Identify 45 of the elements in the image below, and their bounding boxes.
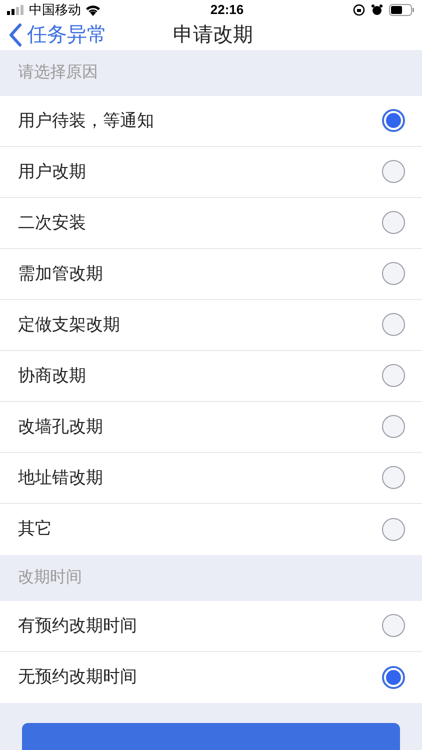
- option-row[interactable]: 定做支架改期: [0, 300, 422, 350]
- section-header: 改期时间: [18, 568, 82, 588]
- radio-button[interactable]: [382, 109, 405, 132]
- rotation-lock-icon: [353, 4, 365, 16]
- carrier-name: 中国移动: [29, 1, 81, 19]
- option-label: 协商改期: [18, 364, 86, 387]
- radio-button[interactable]: [382, 415, 405, 438]
- status-time: 22:16: [210, 1, 244, 19]
- radio-button[interactable]: [382, 364, 405, 387]
- option-row[interactable]: 协商改期: [0, 350, 422, 402]
- option-label: 用户待装，等通知: [18, 110, 154, 132]
- radio-button[interactable]: [382, 211, 405, 234]
- battery-icon: [389, 4, 415, 16]
- option-row[interactable]: 改墙孔改期: [0, 402, 422, 452]
- option-label: 其它: [18, 518, 52, 540]
- option-label: 地址错改期: [18, 466, 103, 489]
- option-row[interactable]: 用户待装，等通知: [0, 96, 422, 146]
- option-label: 定做支架改期: [18, 314, 120, 336]
- radio-button[interactable]: [382, 518, 405, 540]
- signal-icon: [7, 4, 25, 15]
- radio-button[interactable]: [382, 466, 405, 489]
- option-label: 二次安装: [18, 212, 86, 234]
- radio-button[interactable]: [382, 614, 405, 637]
- option-row[interactable]: 其它: [0, 504, 422, 554]
- option-row[interactable]: 地址错改期: [0, 452, 422, 504]
- back-button[interactable]: 任务异常: [0, 20, 107, 50]
- radio-button[interactable]: [382, 160, 405, 183]
- page-title: 申请改期: [173, 22, 253, 48]
- back-chevron-icon: [9, 22, 23, 46]
- radio-button[interactable]: [382, 313, 405, 336]
- option-label: 需加管改期: [18, 262, 103, 285]
- option-row[interactable]: 用户改期: [0, 146, 422, 198]
- radio-button[interactable]: [382, 262, 405, 285]
- option-row[interactable]: 二次安装: [0, 198, 422, 248]
- option-label: 用户改期: [18, 160, 86, 183]
- option-row[interactable]: 需加管改期: [0, 248, 422, 300]
- alarm-icon: [371, 4, 383, 16]
- option-label: 有预约改期时间: [18, 614, 137, 637]
- option-row[interactable]: 无预约改期时间: [0, 652, 422, 702]
- option-label: 无预约改期时间: [18, 666, 137, 688]
- radio-button[interactable]: [382, 666, 405, 688]
- option-label: 改墙孔改期: [18, 416, 103, 438]
- section-header: 请选择原因: [18, 62, 98, 82]
- wifi-icon: [85, 4, 101, 16]
- option-row[interactable]: 有预约改期时间: [0, 600, 422, 652]
